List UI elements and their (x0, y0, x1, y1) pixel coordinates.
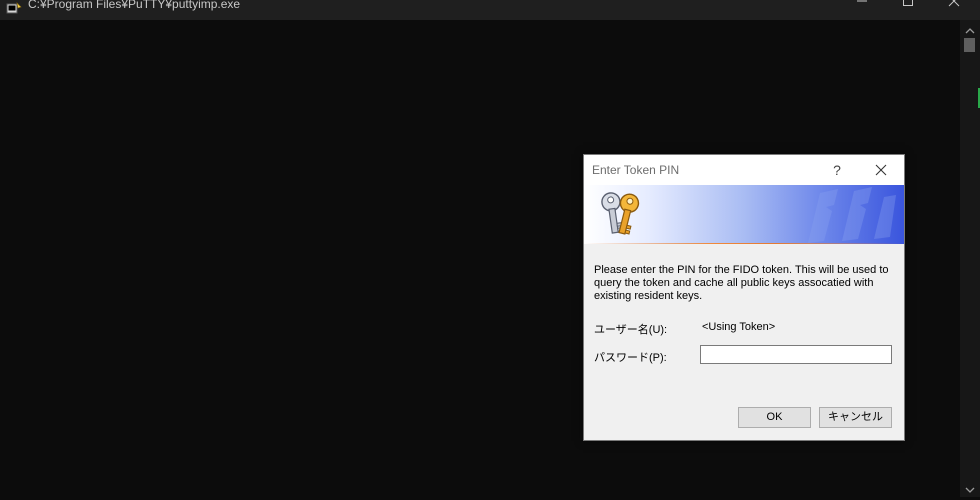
minimize-icon (857, 0, 867, 2)
window-title: C:¥Program Files¥PuTTY¥puttyimp.exe (28, 0, 241, 11)
dialog-titlebar[interactable]: Enter Token PIN ? (584, 155, 904, 185)
dialog-title: Enter Token PIN (592, 163, 680, 177)
maximize-button[interactable] (886, 0, 932, 20)
keys-icon (601, 192, 640, 235)
password-input[interactable] (700, 345, 892, 364)
vertical-scrollbar[interactable] (960, 20, 980, 497)
window-close-button[interactable] (932, 0, 978, 20)
help-button[interactable]: ? (824, 159, 850, 181)
dialog-banner (584, 185, 904, 244)
prompt-message: Please enter the PIN for the FIDO token.… (594, 264, 889, 302)
username-label: ユーザー名(U): (594, 324, 668, 336)
putty-icon (6, 1, 22, 17)
scroll-down-icon[interactable] (963, 481, 977, 493)
ok-button[interactable]: OK (738, 407, 811, 428)
cancel-button[interactable]: キャンセル (819, 407, 892, 428)
window-titlebar[interactable]: C:¥Program Files¥PuTTY¥puttyimp.exe (0, 0, 980, 20)
scroll-up-icon[interactable] (963, 22, 977, 34)
dialog-close-button[interactable] (867, 159, 895, 181)
minimize-button[interactable] (840, 0, 886, 20)
username-value: <Using Token> (702, 321, 776, 333)
password-label: パスワード(P): (594, 352, 667, 364)
close-icon (875, 164, 887, 176)
close-icon (948, 0, 960, 7)
scroll-thumb[interactable] (964, 38, 975, 52)
banner-accent-line (584, 243, 904, 244)
token-pin-dialog: Enter Token PIN ? Please enter the PIN f… (583, 154, 905, 441)
maximize-icon (903, 0, 913, 6)
banner-logo-icon (808, 187, 896, 243)
